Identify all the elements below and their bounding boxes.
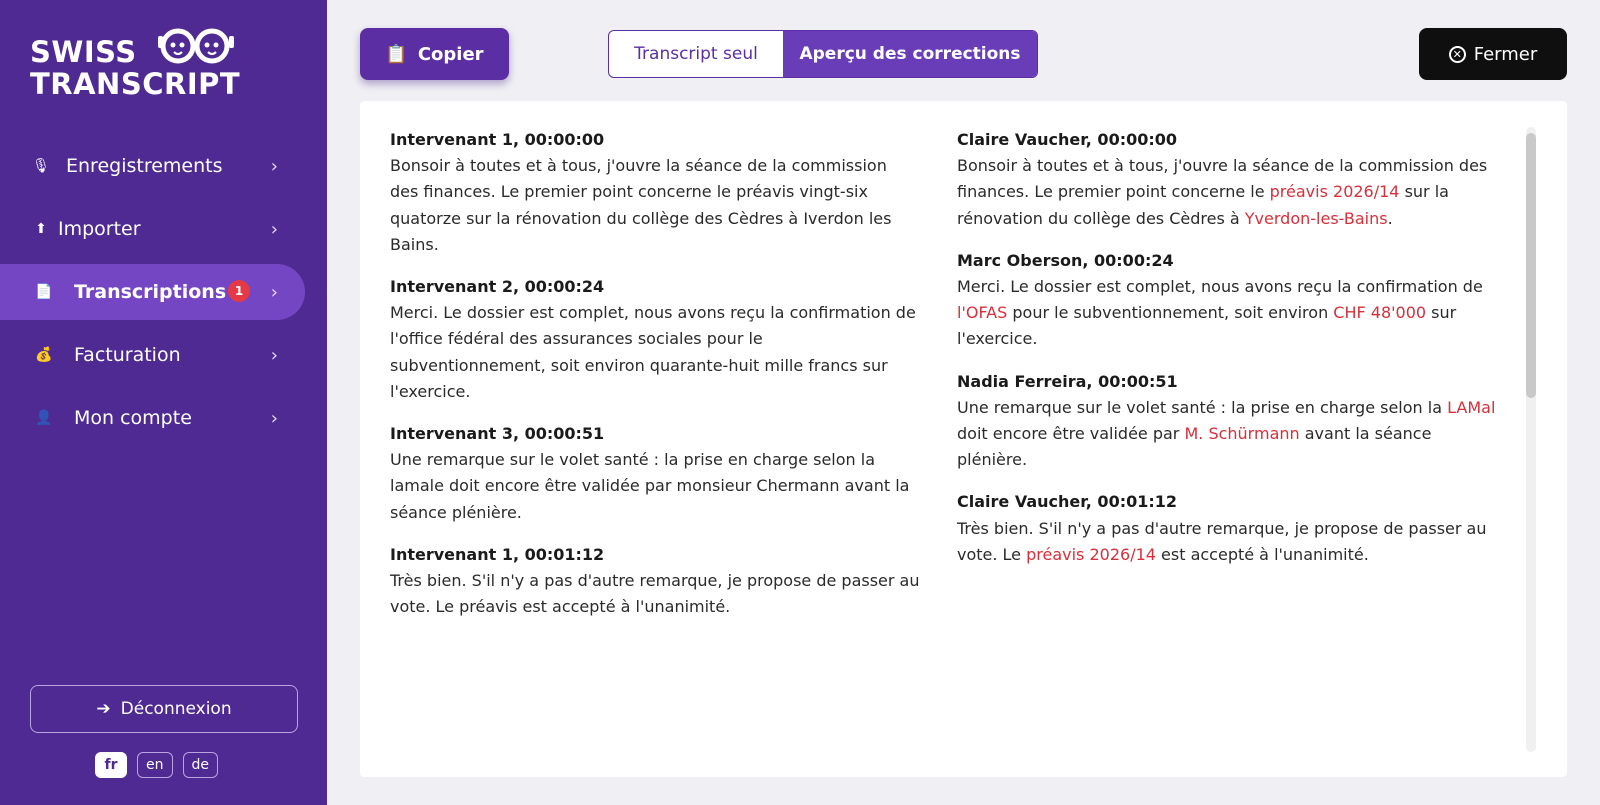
raw-transcript-column: Intervenant 1, 00:00:00 Bonsoir à toutes … — [390, 127, 920, 636]
speaker-timestamp: Marc Oberson, 00:00:24 — [957, 250, 1174, 270]
clipboard-icon: 📋 — [385, 43, 408, 65]
sidebar-item-mon-compte[interactable]: 👤 Mon compte › — [0, 390, 305, 446]
chevron-right-icon: › — [270, 407, 278, 429]
toggle-corrections-preview[interactable]: Aperçu des corrections — [783, 31, 1037, 77]
logout-label: Déconnexion — [120, 699, 232, 719]
transcript-segment: Intervenant 3, 00:00:51 Une remarque sur … — [390, 421, 920, 526]
document-icon: 📄 — [35, 284, 53, 300]
user-icon: 👤 — [35, 410, 53, 426]
close-icon: ✕ — [1448, 45, 1466, 63]
segment-text: Merci. Le dossier est complet, nous avon… — [390, 303, 916, 401]
sidebar-item-label: Enregistrements — [66, 155, 223, 177]
chevron-right-icon: › — [270, 155, 278, 177]
segment-text: Très bien. S'il n'y a pas d'autre remarq… — [957, 516, 1497, 568]
speaker-timestamp: Intervenant 1, 00:00:00 — [390, 130, 605, 149]
correction-highlight: M. Schürmann — [1184, 424, 1300, 444]
toggle-transcript-only[interactable]: Transcript seul — [609, 31, 783, 77]
chevron-right-icon: › — [270, 344, 278, 366]
brand-logo: SWISS TRANSCRIPT — [30, 28, 250, 105]
sidebar-item-label: Importer — [58, 218, 141, 240]
language-switcher: fr en de — [95, 752, 218, 778]
segment-text: Une remarque sur le volet santé : la pri… — [957, 395, 1497, 474]
corrected-transcript-column: Claire Vaucher, 00:00:00 Bonsoir à toutes… — [957, 127, 1497, 584]
text-fragment: . — [1387, 208, 1393, 228]
text-fragment: Merci. Le dossier est complet, nous avon… — [957, 277, 1483, 297]
transcript-segment: Intervenant 2, 00:00:24 Merci. Le dossier… — [390, 274, 920, 405]
copy-button[interactable]: 📋 Copier — [360, 28, 509, 80]
transcript-segment: Intervenant 1, 00:00:00 Bonsoir à toutes … — [390, 127, 920, 258]
sidebar-item-label: Transcriptions — [74, 281, 227, 303]
close-label: Fermer — [1473, 43, 1538, 65]
microphone-icon: 🎙 — [32, 158, 50, 174]
language-fr[interactable]: fr — [95, 752, 127, 778]
correction-highlight: préavis 2026/14 — [1269, 182, 1400, 202]
sidebar-item-label: Facturation — [74, 344, 181, 366]
correction-highlight: LAMal — [1447, 397, 1496, 417]
sidebar-item-label: Mon compte — [74, 407, 192, 429]
logout-arrow-icon: ➔ — [96, 699, 111, 719]
sidebar-item-importer[interactable]: ⬆ Importer › — [0, 201, 305, 257]
scrollbar-track[interactable] — [1526, 127, 1536, 752]
close-button[interactable]: ✕ Fermer — [1419, 28, 1567, 80]
correction-highlight: préavis 2026/14 — [1026, 544, 1156, 564]
text-fragment: Une remarque sur le volet santé : la pri… — [957, 397, 1448, 417]
correction-highlight: l'OFAS — [957, 303, 1008, 323]
transcript-card: Intervenant 1, 00:00:00 Bonsoir à toutes … — [360, 101, 1567, 777]
corrected-segment: Claire Vaucher, 00:01:12 Très bien. S'il … — [957, 489, 1497, 568]
corrected-segment: Nadia Ferreira, 00:00:51 Une remarque sur… — [957, 369, 1497, 474]
language-en[interactable]: en — [137, 752, 173, 778]
segment-text: Bonsoir à toutes et à tous, j'ouvre la s… — [390, 156, 892, 254]
speaker-timestamp: Nadia Ferreira, 00:00:51 — [957, 371, 1178, 391]
text-fragment: pour le subventionnement, soit environ — [1007, 303, 1334, 323]
notification-badge: 1 — [228, 280, 250, 302]
view-toggle: Transcript seul Aperçu des corrections — [608, 30, 1038, 78]
correction-highlight: CHF 48'000 — [1333, 303, 1427, 323]
speaker-timestamp: Claire Vaucher, 00:01:12 — [957, 492, 1178, 512]
copy-label: Copier — [417, 43, 484, 65]
scrollbar-thumb[interactable] — [1526, 133, 1536, 398]
speaker-timestamp: Intervenant 2, 00:00:24 — [390, 277, 605, 297]
speaker-timestamp: Claire Vaucher, 00:00:00 — [957, 130, 1178, 149]
corrected-segment: Claire Vaucher, 00:00:00 Bonsoir à toutes… — [957, 127, 1497, 232]
upload-arrow-icon: ⬆ — [35, 221, 47, 237]
brand-line-2: TRANSCRIPT — [30, 67, 241, 101]
sidebar: SWISS TRANSCRIPT 🎙 Enregistrements › ⬆ I… — [0, 0, 327, 805]
speaker-timestamp: Intervenant 1, 00:01:12 — [390, 544, 605, 564]
sidebar-item-facturation[interactable]: 💰 Facturation › — [0, 327, 305, 383]
money-bag-icon: 💰 — [35, 347, 53, 363]
sidebar-item-transcriptions[interactable]: 📄 Transcriptions 1 › — [0, 264, 305, 320]
segment-text: Merci. Le dossier est complet, nous avon… — [957, 274, 1497, 353]
corrected-segment: Marc Oberson, 00:00:24 Merci. Le dossier … — [957, 248, 1497, 353]
language-de[interactable]: de — [182, 752, 218, 778]
segment-text: Très bien. S'il n'y a pas d'autre remarq… — [390, 571, 920, 617]
text-fragment: est accepté à l'unanimité. — [1155, 544, 1369, 564]
correction-highlight: Yverdon-les-Bains — [1244, 208, 1388, 228]
chevron-right-icon: › — [270, 218, 278, 240]
main-nav: 🎙 Enregistrements › ⬆ Importer › 📄 Trans… — [0, 138, 305, 453]
chevron-right-icon: › — [270, 281, 278, 303]
mascot-icon — [158, 28, 234, 64]
transcript-segment: Intervenant 1, 00:01:12 Très bien. S'il n… — [390, 542, 920, 621]
segment-text: Une remarque sur le volet santé : la pri… — [390, 450, 910, 522]
speaker-timestamp: Intervenant 3, 00:00:51 — [390, 424, 605, 444]
sidebar-item-enregistrements[interactable]: 🎙 Enregistrements › — [0, 138, 305, 194]
segment-text: Bonsoir à toutes et à tous, j'ouvre la s… — [957, 153, 1497, 232]
logout-button[interactable]: ➔ Déconnexion — [30, 685, 298, 733]
text-fragment: doit encore être validée par — [957, 424, 1185, 444]
